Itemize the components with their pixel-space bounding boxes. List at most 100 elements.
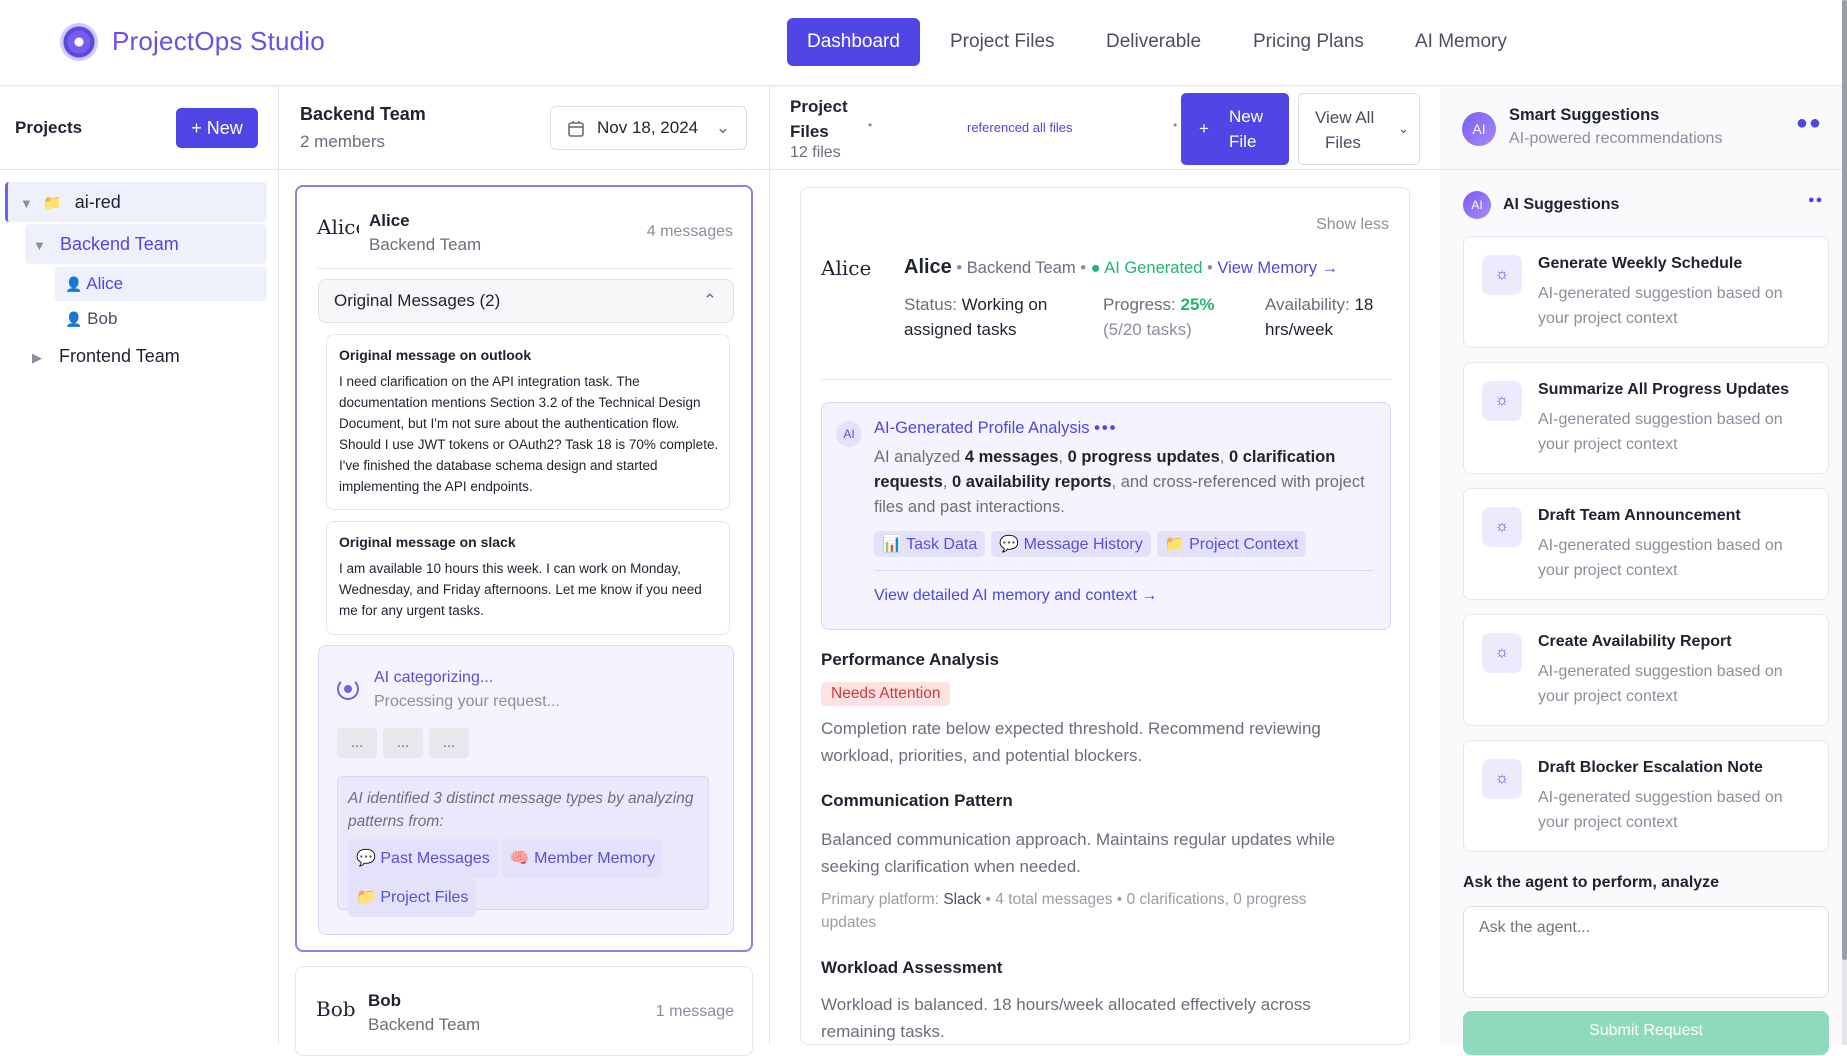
tree-item-bob[interactable]: 👤 Bob bbox=[55, 302, 267, 336]
suggestion-desc: AI-generated suggestion based on your pr… bbox=[1538, 789, 1783, 831]
logo-icon bbox=[60, 23, 98, 61]
ai-generated-badge: ● AI Generated bbox=[1090, 259, 1203, 277]
more-dots-icon[interactable]: ••• bbox=[1094, 419, 1117, 437]
divider bbox=[821, 379, 1391, 380]
view-memory-link[interactable]: View Memory → bbox=[1217, 259, 1338, 277]
suggestion-card[interactable]: ☼ Create Availability Report AI-generate… bbox=[1463, 614, 1829, 726]
suggestion-title: Create Availability Report bbox=[1538, 633, 1732, 650]
member-card-bob[interactable]: Bob Bob Backend Team 1 message bbox=[295, 966, 753, 1056]
show-less-button[interactable]: Show less bbox=[1316, 216, 1389, 234]
communication-text: Balanced communication approach. Maintai… bbox=[821, 830, 1336, 876]
ask-agent-label: Ask the agent to perform, analyze bbox=[1463, 874, 1720, 891]
dot: • bbox=[868, 118, 873, 132]
new-file-button[interactable]: + New File bbox=[1181, 93, 1289, 165]
status-field: Status: Working on assigned tasks bbox=[904, 292, 1047, 342]
chevron-down-icon: ▼ bbox=[33, 238, 46, 253]
original-messages-label: Original Messages (2) bbox=[334, 291, 501, 310]
progress-value: 25% bbox=[1180, 295, 1215, 314]
team-name: Backend Team bbox=[300, 104, 426, 124]
calendar-icon bbox=[567, 107, 585, 149]
tab-ai-memory[interactable]: AI Memory bbox=[1395, 18, 1527, 66]
date-value: Nov 18, 2024 bbox=[597, 118, 699, 137]
user-icon: 👤 bbox=[65, 311, 83, 327]
tag-message-history: 💬 Message History bbox=[991, 531, 1151, 557]
progress-detail: (5/20 tasks) bbox=[1103, 320, 1192, 339]
tag-project-context: 📁 Project Context bbox=[1156, 531, 1307, 557]
analysis-title-text: AI-Generated Profile Analysis bbox=[874, 419, 1090, 437]
tab-dashboard[interactable]: Dashboard bbox=[787, 18, 920, 66]
team-header: Backend Team 2 members Nov 18, 2024 ⌄ bbox=[279, 86, 769, 170]
date-picker[interactable]: Nov 18, 2024 ⌄ bbox=[550, 106, 747, 150]
projects-header: Projects + New bbox=[0, 86, 278, 170]
tree-item-ai-red[interactable]: ▼ 📁 ai-red bbox=[5, 182, 267, 222]
suggestion-card[interactable]: ☼ Generate Weekly Schedule AI-generated … bbox=[1463, 236, 1829, 348]
referenced-files-link[interactable]: referenced all files bbox=[967, 120, 1073, 135]
files-title-line: Project bbox=[790, 97, 848, 116]
more-options-icon[interactable]: ●● bbox=[1808, 194, 1823, 206]
tab-pricing-plans[interactable]: Pricing Plans bbox=[1233, 18, 1384, 66]
files-count: 12 files bbox=[790, 144, 841, 161]
more-options-icon[interactable]: ●● bbox=[1796, 112, 1822, 135]
suggestion-title: Draft Team Announcement bbox=[1538, 507, 1741, 524]
ai-note: AI identified 3 distinct message types b… bbox=[348, 790, 694, 830]
tab-project-files[interactable]: Project Files bbox=[930, 18, 1075, 66]
new-project-button[interactable]: + New bbox=[176, 108, 258, 148]
chip-project-files: 📁 Project Files bbox=[348, 878, 477, 917]
chevron-down-icon: ⌄ bbox=[1398, 121, 1409, 136]
field-label: Availability: bbox=[1265, 295, 1350, 314]
communication-title: Communication Pattern bbox=[821, 791, 1013, 810]
scrollbar[interactable] bbox=[1842, 0, 1847, 1045]
team-members-count: 2 members bbox=[300, 132, 386, 151]
tree-item-alice[interactable]: 👤 Alice bbox=[55, 267, 267, 301]
analysis-text: , bbox=[942, 473, 952, 491]
files-title-line: Files bbox=[790, 122, 829, 141]
member-team: Backend Team bbox=[369, 235, 482, 254]
suggestions-subtitle: AI-powered recommendations bbox=[1509, 130, 1723, 147]
tab-deliverable[interactable]: Deliverable bbox=[1086, 18, 1221, 66]
analysis-stat: 0 progress updates bbox=[1067, 448, 1220, 466]
avatar: Bob bbox=[316, 997, 356, 1021]
ai-status-title: AI categorizing... bbox=[374, 669, 494, 686]
tree-item-label: Frontend Team bbox=[59, 346, 180, 366]
tree-item-frontend-team[interactable]: ▶ Frontend Team bbox=[32, 336, 267, 376]
placeholder-chips: ......... bbox=[337, 728, 475, 758]
availability-field: Availability: 18 hrs/week bbox=[1265, 292, 1373, 342]
files-header: Project Files 12 files • referenced all … bbox=[770, 86, 1440, 170]
submit-request-button[interactable]: Submit Request bbox=[1463, 1011, 1829, 1055]
platform-label: Primary platform: bbox=[821, 891, 939, 908]
tree-item-label: Bob bbox=[87, 309, 118, 328]
communication-stats: Primary platform: Slack • 4 total messag… bbox=[821, 888, 1361, 934]
ai-avatar-icon: AI bbox=[1463, 191, 1491, 219]
performance-text: Completion rate below expected threshold… bbox=[821, 719, 1321, 765]
lightbulb-icon: ☼ bbox=[1482, 759, 1522, 799]
suggestion-card[interactable]: ☼ Summarize All Progress Updates AI-gene… bbox=[1463, 362, 1829, 474]
suggestion-title: Draft Blocker Escalation Note bbox=[1538, 759, 1763, 776]
suggestion-desc: AI-generated suggestion based on your pr… bbox=[1538, 285, 1783, 327]
performance-title: Performance Analysis bbox=[821, 650, 999, 669]
ask-agent-input[interactable] bbox=[1463, 906, 1829, 998]
field-label: Progress: bbox=[1103, 295, 1176, 314]
profile-name: Alice bbox=[904, 256, 952, 278]
lightbulb-icon: ☼ bbox=[1482, 381, 1522, 421]
message-body: I am available 10 hours this week. I can… bbox=[339, 561, 702, 618]
chip-past-messages: 💬 Past Messages bbox=[348, 839, 498, 878]
suggestion-card[interactable]: ☼ Draft Blocker Escalation Note AI-gener… bbox=[1463, 740, 1829, 852]
app-title: ProjectOps Studio bbox=[112, 26, 325, 56]
lightbulb-icon: ☼ bbox=[1482, 633, 1522, 673]
ai-suggestions-title: AI Suggestions bbox=[1503, 196, 1620, 213]
tree-item-label: Backend Team bbox=[60, 234, 179, 254]
original-messages-toggle[interactable]: Original Messages (2) ⌃ bbox=[318, 279, 734, 323]
profile-team: Backend Team bbox=[966, 259, 1076, 277]
lightbulb-icon: ☼ bbox=[1482, 255, 1522, 295]
suggestion-card[interactable]: ☼ Draft Team Announcement AI-generated s… bbox=[1463, 488, 1829, 600]
tree-item-backend-team[interactable]: ▼ Backend Team bbox=[25, 224, 267, 264]
view-all-files-button[interactable]: View All Files ⌄ bbox=[1298, 93, 1420, 165]
ai-generated-label: AI Generated bbox=[1104, 259, 1203, 277]
ai-note-box: AI identified 3 distinct message types b… bbox=[337, 776, 709, 917]
divider bbox=[874, 570, 1374, 571]
scrollbar-thumb[interactable] bbox=[1842, 0, 1847, 960]
field-label: Status: bbox=[904, 295, 957, 314]
member-team: Backend Team bbox=[368, 1015, 481, 1034]
progress-field: Progress: 25% (5/20 tasks) bbox=[1103, 292, 1215, 342]
view-ai-memory-link[interactable]: View detailed AI memory and context → bbox=[874, 587, 1157, 605]
